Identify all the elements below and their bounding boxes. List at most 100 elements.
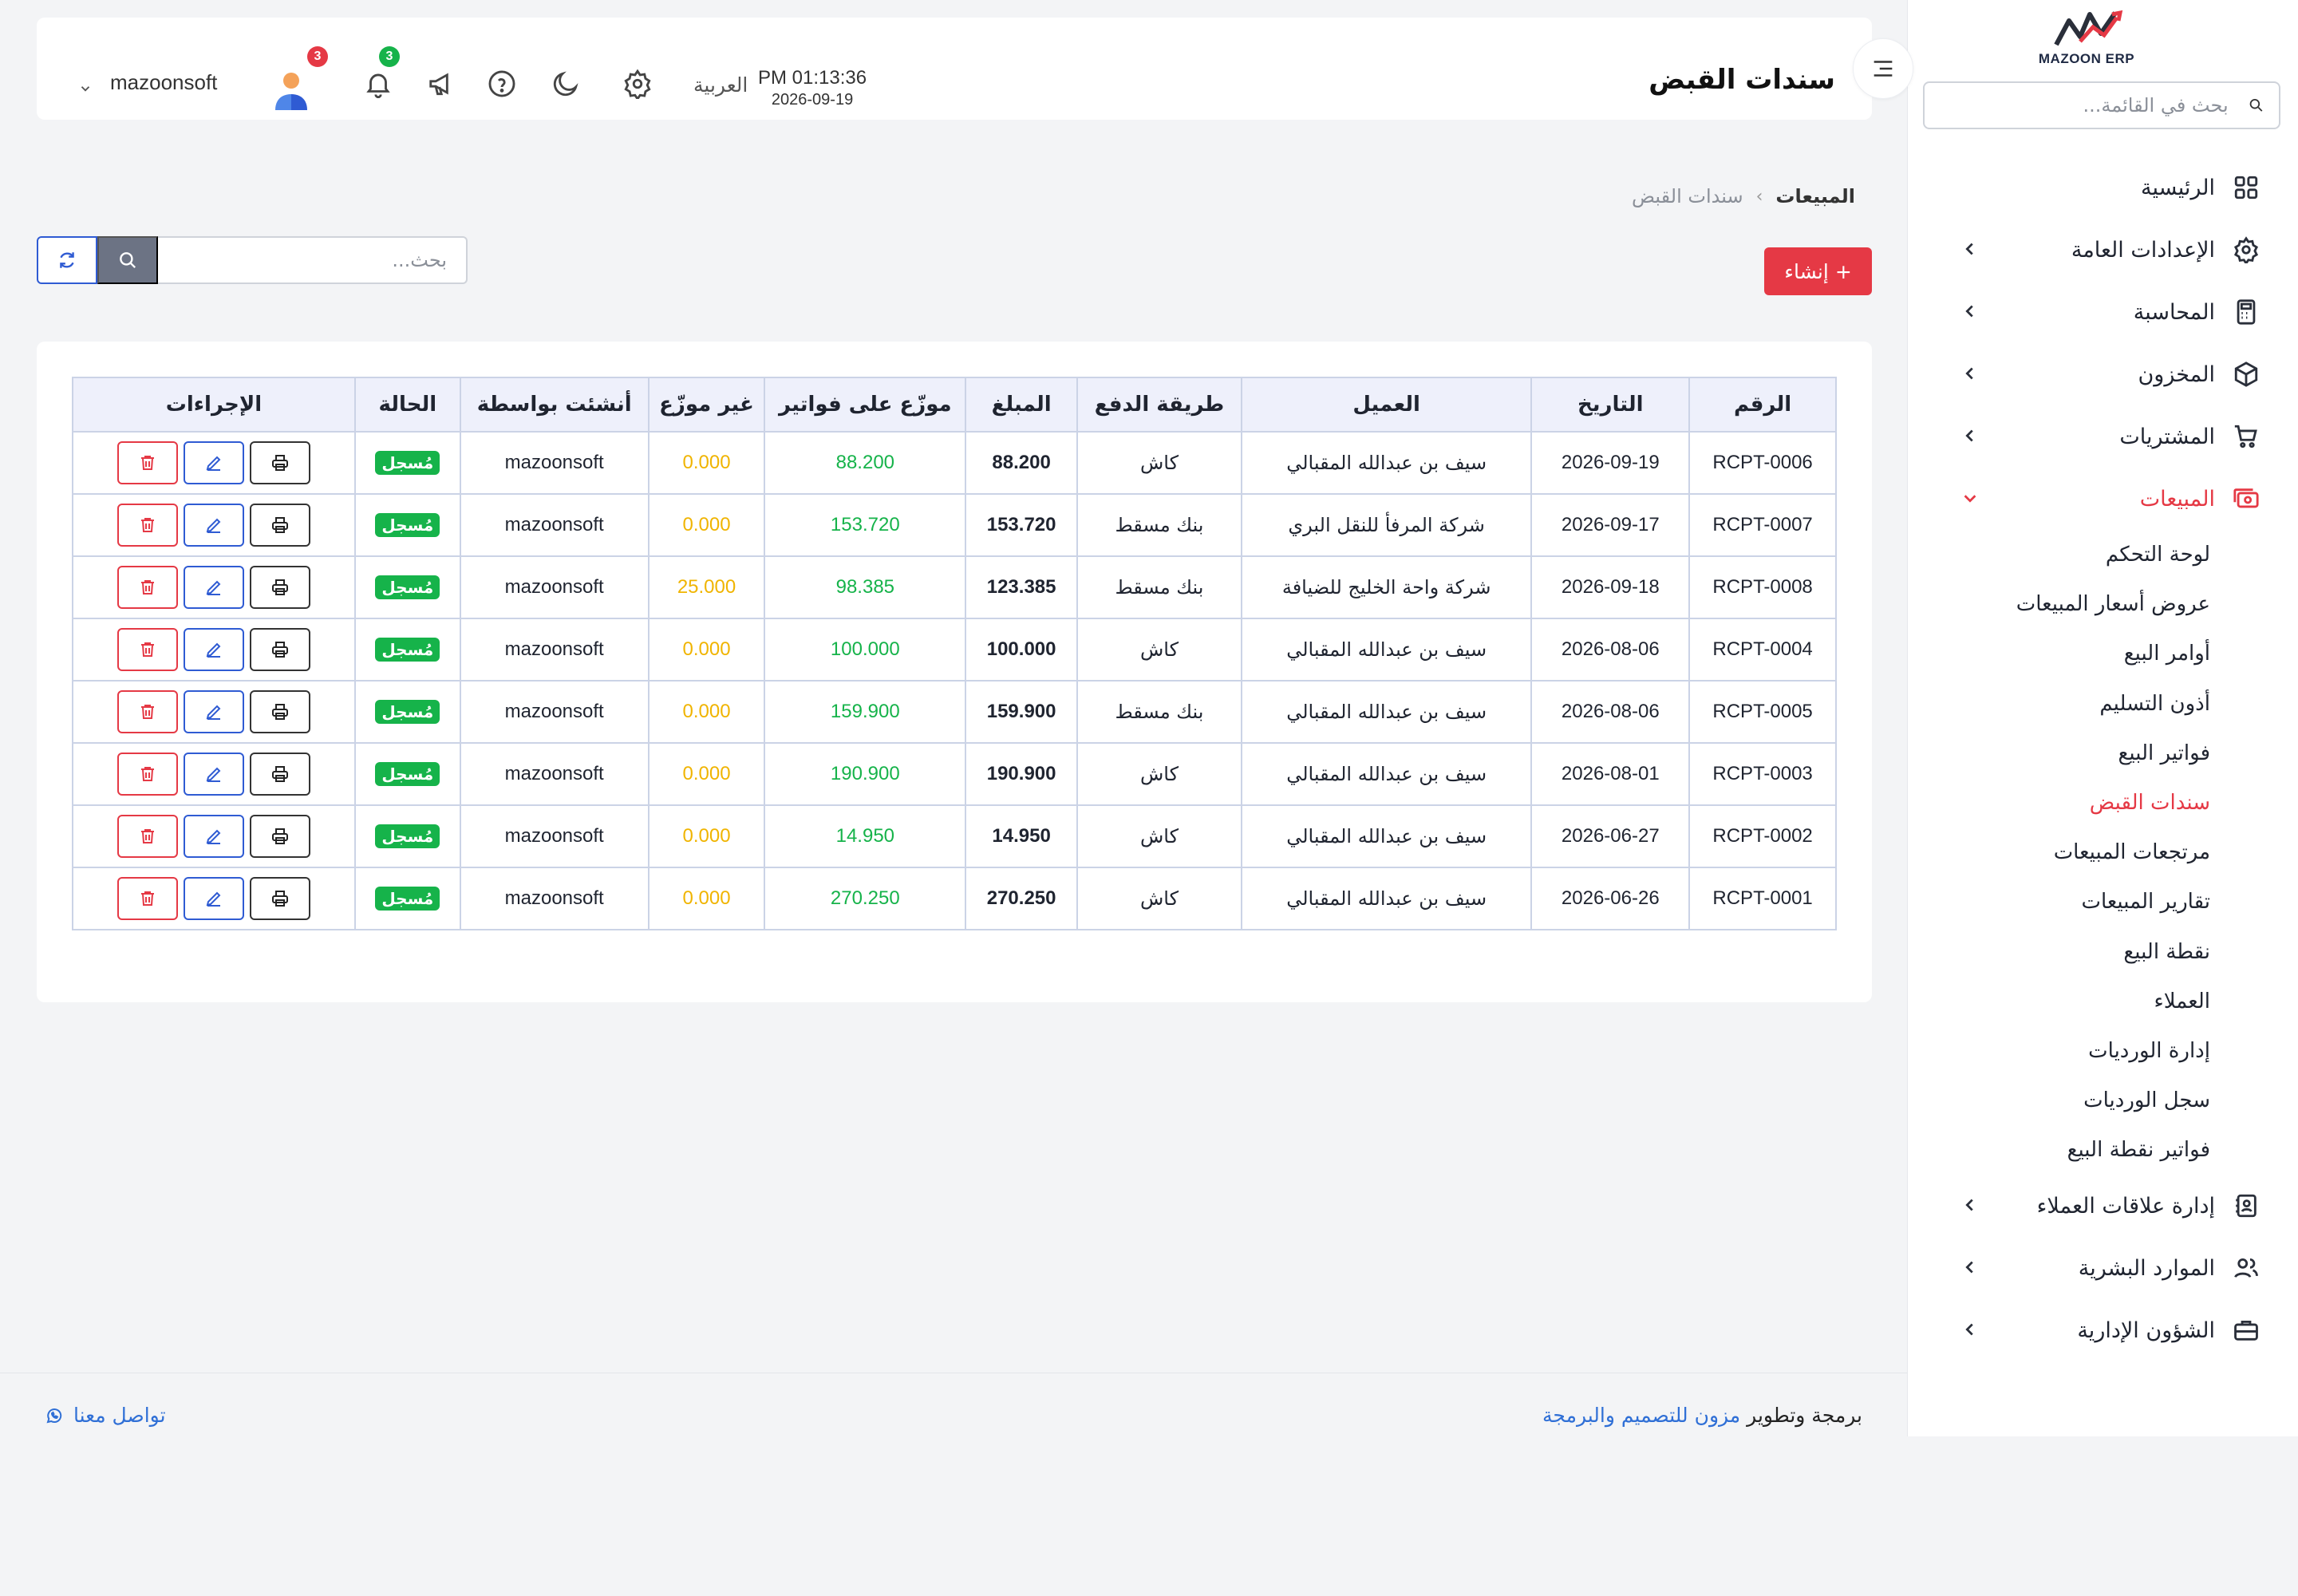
table-row[interactable]: RCPT-0004 2026-08-06 سيف بن عبدالله المقبا… — [72, 618, 1837, 681]
sub-item-shift-management[interactable]: إدارة الورديات — [1907, 1026, 2298, 1076]
search-input[interactable] — [158, 236, 468, 284]
amount: 88.200 — [965, 431, 1079, 495]
edit-button[interactable] — [183, 877, 244, 920]
edit-button[interactable] — [183, 628, 244, 671]
table-row[interactable]: RCPT-0006 2026-09-19 سيف بن عبدالله المقبا… — [72, 431, 1837, 495]
create-button[interactable]: + إنشاء — [1764, 247, 1872, 295]
column-header[interactable]: أنشئت بواسطة — [459, 377, 650, 433]
sub-item-sales-returns[interactable]: مرتجعات المبيعات — [1907, 828, 2298, 877]
delete-button[interactable] — [116, 628, 178, 671]
table-row[interactable]: RCPT-0003 2026-08-01 سيف بن عبدالله المقبا… — [72, 742, 1837, 806]
receipt-date: 2026-08-06 — [1530, 680, 1691, 744]
trash-icon — [140, 767, 154, 781]
megaphone-icon[interactable] — [427, 69, 457, 99]
sub-item-receipts[interactable]: سندات القبض — [1907, 778, 2298, 828]
edit-button[interactable] — [183, 566, 244, 609]
table-row[interactable]: RCPT-0008 2026-09-18 شركة واحة الخليج للضي… — [72, 555, 1837, 619]
gear-icon[interactable] — [622, 69, 653, 99]
sub-item-quotations[interactable]: عروض أسعار المبيعات — [1907, 579, 2298, 629]
sidebar-search-input[interactable] — [1939, 94, 2229, 117]
delete-button[interactable] — [116, 690, 178, 733]
delete-button[interactable] — [116, 504, 178, 547]
search-button[interactable] — [97, 236, 158, 284]
table-row[interactable]: RCPT-0007 2026-09-17 شركة المرفأ للنقل الب… — [72, 493, 1837, 557]
actions-cell — [72, 431, 356, 495]
column-header[interactable]: الحالة — [353, 377, 461, 433]
sidebar-item-hr[interactable]: الموارد البشرية — [1907, 1237, 2298, 1299]
print-button[interactable] — [249, 504, 310, 547]
column-header[interactable]: الرقم — [1688, 377, 1837, 433]
sub-item-delivery-notes[interactable]: أذون التسليم — [1907, 679, 2298, 729]
pencil-icon — [206, 518, 221, 533]
sub-item-pos[interactable]: نقطة البيع — [1907, 927, 2298, 977]
column-header[interactable]: المبلغ — [965, 377, 1079, 433]
sub-item-pos-invoices[interactable]: فواتير نقطة البيع — [1907, 1125, 2298, 1175]
print-button[interactable] — [249, 566, 310, 609]
print-button[interactable] — [249, 690, 310, 733]
sidebar-item-purchases[interactable]: المشتريات — [1907, 405, 2298, 468]
bell-icon[interactable] — [363, 69, 393, 99]
sidebar-search[interactable] — [1923, 81, 2280, 129]
sidebar-item-general-settings[interactable]: الإعدادات العامة — [1907, 219, 2298, 281]
trash-icon — [140, 705, 154, 719]
credit-link[interactable]: مزون للتصميم والبرمجة — [1542, 1404, 1740, 1427]
sub-item-shift-log[interactable]: سجل الورديات — [1907, 1076, 2298, 1125]
sub-item-sales-reports[interactable]: تقارير المبيعات — [1907, 877, 2298, 926]
receipt-number: RCPT-0001 — [1688, 867, 1837, 930]
gear-icon — [2233, 236, 2260, 263]
print-button[interactable] — [249, 815, 310, 858]
avatar[interactable] — [273, 70, 310, 110]
sales-submenu: لوحة التحكم عروض أسعار المبيعات أوامر ال… — [1907, 530, 2298, 1175]
sidebar-item-inventory[interactable]: المخزون — [1907, 343, 2298, 405]
unallocated-amount: 25.000 — [647, 555, 766, 619]
sidebar-item-accounting[interactable]: المحاسبة — [1907, 281, 2298, 343]
edit-button[interactable] — [183, 815, 244, 858]
breadcrumb-root[interactable]: المبيعات — [1775, 185, 1855, 207]
edit-button[interactable] — [183, 441, 244, 484]
sidebar-item-admin-affairs[interactable]: الشؤون الإدارية — [1907, 1299, 2298, 1361]
customer-name: سيف بن عبدالله المقبالي — [1240, 680, 1533, 744]
chevron-down-icon[interactable] — [78, 81, 93, 96]
delete-button[interactable] — [116, 441, 178, 484]
language-switch[interactable]: العربية — [693, 73, 748, 97]
sidebar-toggle-button[interactable] — [1853, 38, 1913, 99]
table-row[interactable]: RCPT-0005 2026-08-06 سيف بن عبدالله المقبا… — [72, 680, 1837, 744]
column-header[interactable]: طريقة الدفع — [1076, 377, 1242, 433]
delete-button[interactable] — [116, 566, 178, 609]
refresh-button[interactable] — [37, 236, 97, 284]
delete-button[interactable] — [116, 815, 178, 858]
sidebar-item-home[interactable]: الرئيسية — [1907, 156, 2298, 219]
username[interactable]: mazoonsoft — [110, 70, 217, 95]
delete-button[interactable] — [116, 753, 178, 796]
breadcrumb-separator: › — [1755, 186, 1763, 207]
moon-icon[interactable] — [551, 69, 581, 99]
contact-link[interactable]: تواصل معنا — [45, 1404, 166, 1427]
table-row[interactable]: RCPT-0002 2026-06-27 سيف بن عبدالله المقبا… — [72, 804, 1837, 868]
column-header[interactable]: التاريخ — [1530, 377, 1691, 433]
table-row[interactable]: RCPT-0001 2026-06-26 سيف بن عبدالله المقبا… — [72, 867, 1837, 930]
column-header[interactable]: موزّع على فواتير — [764, 377, 967, 433]
delete-button[interactable] — [116, 877, 178, 920]
edit-button[interactable] — [183, 690, 244, 733]
edit-button[interactable] — [183, 753, 244, 796]
help-icon[interactable] — [487, 69, 517, 99]
row-actions — [73, 504, 354, 547]
sub-item-sales-invoices[interactable]: فواتير البيع — [1907, 729, 2298, 778]
sidebar-item-label: المبيعات — [2139, 486, 2215, 512]
column-header[interactable]: غير موزّع — [647, 377, 766, 433]
customer-name: سيف بن عبدالله المقبالي — [1240, 431, 1533, 495]
edit-button[interactable] — [183, 504, 244, 547]
sub-item-sales-orders[interactable]: أوامر البيع — [1907, 629, 2298, 678]
logo[interactable]: MAZOON ERP — [2035, 0, 2138, 67]
print-button[interactable] — [249, 753, 310, 796]
column-header[interactable]: العميل — [1240, 377, 1533, 433]
payment-method: كاش — [1076, 867, 1242, 930]
sidebar-item-sales[interactable]: المبيعات — [1907, 468, 2298, 530]
print-button[interactable] — [249, 441, 310, 484]
sub-item-customers[interactable]: العملاء — [1907, 977, 2298, 1026]
print-button[interactable] — [249, 628, 310, 671]
sub-item-dashboard[interactable]: لوحة التحكم — [1907, 530, 2298, 579]
sidebar-item-crm[interactable]: إدارة علاقات العملاء — [1907, 1175, 2298, 1237]
payment-method: بنك مسقط — [1076, 555, 1242, 619]
print-button[interactable] — [249, 877, 310, 920]
